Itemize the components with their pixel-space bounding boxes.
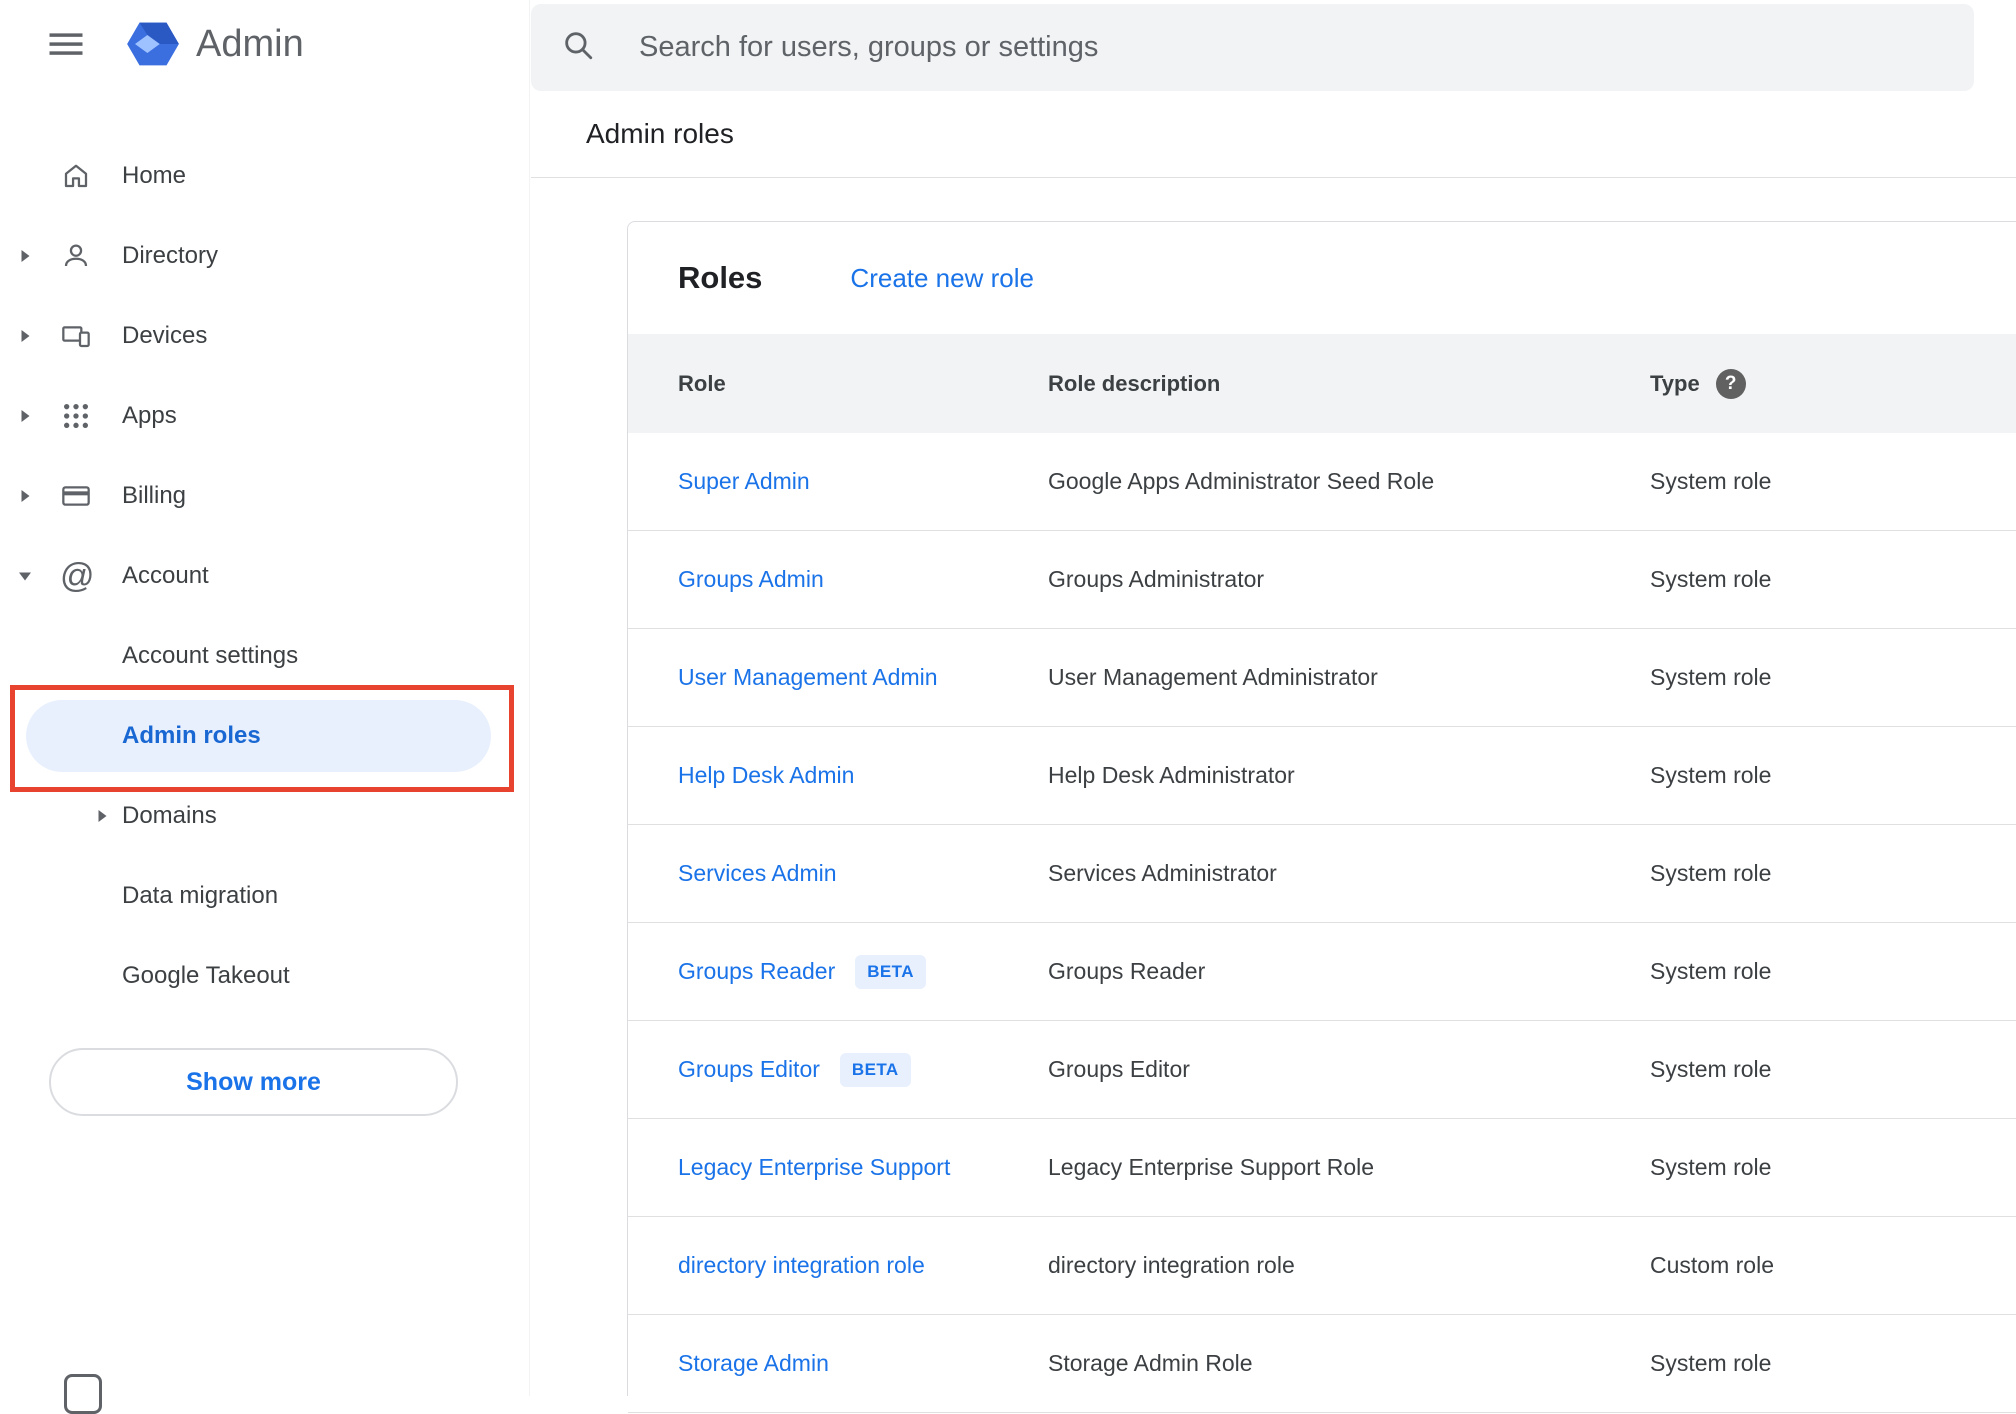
table-row: Super Admin Google Apps Administrator Se…: [628, 433, 2016, 531]
sidebar-item-account-settings[interactable]: Account settings: [0, 616, 529, 696]
sidebar-item-admin-roles[interactable]: Admin roles: [0, 696, 529, 776]
role-description: User Management Administrator: [1048, 664, 1378, 690]
sidebar-item-directory[interactable]: Directory: [0, 216, 529, 296]
sidebar-item-label: Apps: [122, 402, 177, 429]
app-title: Admin: [196, 22, 304, 65]
role-description: Legacy Enterprise Support Role: [1048, 1154, 1375, 1180]
role-description: Help Desk Administrator: [1048, 762, 1295, 788]
show-more-button[interactable]: Show more: [49, 1048, 458, 1116]
sidebar-item-label: Google Takeout: [122, 962, 290, 989]
search-input[interactable]: [639, 31, 1889, 64]
home-icon: [50, 160, 122, 192]
table-row: Help Desk Admin Help Desk Administrator …: [628, 727, 2016, 825]
devices-icon: [50, 320, 122, 352]
role-type: System role: [1650, 566, 1772, 592]
sidebar-item-label: Data migration: [122, 882, 279, 909]
chevron-right-icon[interactable]: [0, 809, 122, 823]
beta-badge: BETA: [855, 954, 926, 989]
role-description: Groups Reader: [1048, 958, 1206, 984]
table-row: Legacy Enterprise Support Legacy Enterpr…: [628, 1119, 2016, 1217]
table-row: Groups Editor BETA Groups Editor System …: [628, 1021, 2016, 1119]
table-row: directory integration role directory int…: [628, 1217, 2016, 1315]
sidebar-item-account[interactable]: @ Account: [0, 536, 529, 616]
chevron-right-icon[interactable]: [0, 409, 50, 423]
role-link[interactable]: User Management Admin: [678, 664, 938, 691]
role-type: System role: [1650, 762, 1772, 788]
sidebar-item-label: Domains: [122, 802, 217, 829]
role-link[interactable]: directory integration role: [678, 1252, 925, 1279]
header-divider: [531, 177, 2016, 178]
column-header-type: Type ?: [1650, 368, 2016, 399]
roles-card: Roles Create new role Role Role descript…: [627, 221, 2016, 1413]
column-header-role: Role: [678, 370, 726, 396]
role-link[interactable]: Super Admin: [678, 468, 810, 495]
type-header-label: Type: [1650, 370, 1700, 396]
role-description: Groups Administrator: [1048, 566, 1265, 592]
role-link[interactable]: Groups Admin: [678, 566, 824, 593]
google-admin-logo-icon: [126, 17, 180, 71]
sidebar-item-google-takeout[interactable]: Google Takeout: [0, 936, 529, 1016]
role-link[interactable]: Groups Reader: [678, 958, 835, 985]
sidebar-item-label: Account: [122, 562, 209, 589]
beta-badge: BETA: [839, 1052, 911, 1087]
role-type: System role: [1650, 664, 1772, 690]
search-bar[interactable]: [531, 4, 1974, 91]
table-row: User Management Admin User Management Ad…: [628, 629, 2016, 727]
role-description: Services Administrator: [1048, 860, 1277, 886]
search-icon: [561, 28, 595, 67]
role-description: directory integration role: [1048, 1252, 1295, 1278]
role-type: System role: [1650, 958, 1772, 984]
table-row: Groups Admin Groups Administrator System…: [628, 531, 2016, 629]
help-icon[interactable]: ?: [1715, 368, 1746, 399]
person-icon: [50, 240, 122, 272]
billing-card-icon: [50, 480, 122, 512]
table-row: Groups Reader BETA Groups Reader System …: [628, 923, 2016, 1021]
role-link[interactable]: Legacy Enterprise Support: [678, 1154, 950, 1181]
role-description: Storage Admin Role: [1048, 1350, 1253, 1376]
breadcrumb: Admin roles: [586, 118, 734, 149]
role-link[interactable]: Groups Editor: [678, 1056, 820, 1083]
sidebar: Admin Home Directory Devices Apps Billin…: [0, 0, 530, 1414]
sidebar-item-label: Directory: [122, 242, 219, 269]
sidebar-item-label: Account settings: [122, 642, 299, 669]
role-link[interactable]: Services Admin: [678, 860, 837, 887]
sidebar-item-label: Devices: [122, 322, 208, 349]
card-title: Roles: [678, 260, 763, 295]
role-type: System role: [1650, 1056, 1772, 1082]
table-row: Storage Admin Storage Admin Role System …: [628, 1315, 2016, 1413]
role-link[interactable]: Help Desk Admin: [678, 762, 854, 789]
sidebar-item-data-migration[interactable]: Data migration: [0, 856, 529, 936]
sidebar-item-domains[interactable]: Domains: [0, 776, 529, 856]
bottom-partial-icon: [64, 1374, 102, 1414]
role-type: Custom role: [1650, 1252, 1774, 1278]
table-header-row: Role Role description Type ?: [628, 334, 2016, 433]
create-new-role-link[interactable]: Create new role: [850, 263, 1034, 294]
apps-grid-icon: [50, 400, 122, 432]
sidebar-item-home[interactable]: Home: [0, 136, 529, 216]
menu-icon[interactable]: [44, 22, 88, 66]
column-header-description: Role description: [1048, 370, 1221, 396]
brand-header: Admin: [0, 0, 529, 88]
role-type: System role: [1650, 1350, 1772, 1376]
role-description: Groups Editor: [1048, 1056, 1190, 1082]
sidebar-item-label: Home: [122, 162, 187, 189]
role-type: System role: [1650, 1154, 1772, 1180]
chevron-down-icon[interactable]: [0, 571, 50, 582]
role-link[interactable]: Storage Admin: [678, 1350, 829, 1377]
role-type: System role: [1650, 860, 1772, 886]
role-description: Google Apps Administrator Seed Role: [1048, 468, 1435, 494]
account-at-icon: @: [60, 557, 95, 595]
sidebar-item-billing[interactable]: Billing: [0, 456, 529, 536]
sidebar-nav: Home Directory Devices Apps Billing @ Ac…: [0, 136, 529, 1016]
sidebar-item-label: Billing: [122, 482, 187, 509]
chevron-right-icon[interactable]: [0, 249, 50, 263]
chevron-right-icon[interactable]: [0, 329, 50, 343]
sidebar-item-apps[interactable]: Apps: [0, 376, 529, 456]
sidebar-item-devices[interactable]: Devices: [0, 296, 529, 376]
chevron-right-icon[interactable]: [0, 489, 50, 503]
card-header: Roles Create new role: [628, 222, 2016, 334]
sidebar-item-label: Admin roles: [122, 722, 261, 749]
role-type: System role: [1650, 468, 1772, 494]
table-row: Services Admin Services Administrator Sy…: [628, 825, 2016, 923]
